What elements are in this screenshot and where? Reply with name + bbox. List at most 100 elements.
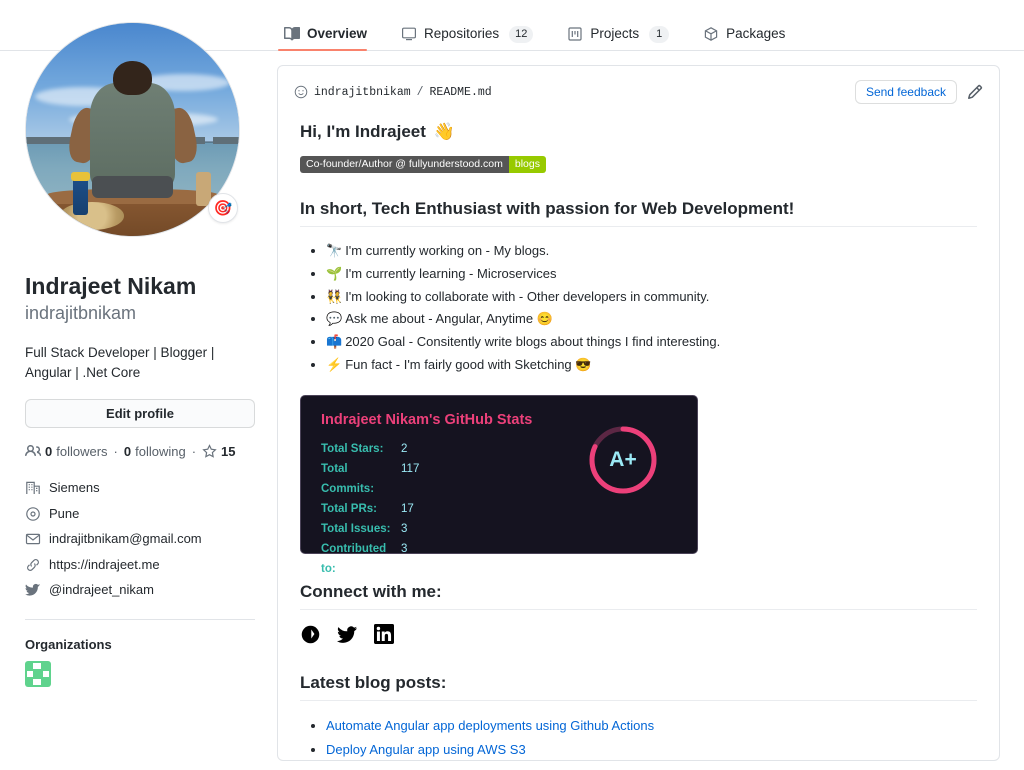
wave-emoji: 👋 bbox=[433, 122, 456, 141]
package-icon bbox=[703, 26, 719, 42]
meta-text[interactable]: https://indrajeet.me bbox=[49, 555, 160, 575]
readme-header: indrajitbnikam / README.md Send feedback bbox=[278, 66, 999, 104]
tab-overview[interactable]: Overview bbox=[278, 0, 381, 51]
avatar-wrapper: 🎯 bbox=[25, 22, 240, 237]
list-item-text: 2020 Goal - Consitently write blogs abou… bbox=[345, 334, 721, 349]
followers-count[interactable]: 0 bbox=[45, 444, 52, 459]
meta-organization: Siemens bbox=[25, 475, 255, 501]
tab-projects[interactable]: Projects 1 bbox=[561, 0, 683, 51]
sidebar-divider bbox=[25, 618, 255, 620]
stats-label: Contributed to: bbox=[321, 542, 387, 575]
separator: · bbox=[113, 443, 118, 459]
avatar-torso bbox=[89, 82, 176, 190]
meta-website[interactable]: https://indrajeet.me bbox=[25, 552, 255, 578]
follower-counts: 0 followers · 0 following · 15 bbox=[25, 443, 255, 459]
meta-email[interactable]: indrajitbnikam@gmail.com bbox=[25, 526, 255, 552]
organization-avatar[interactable] bbox=[25, 660, 51, 687]
tab-counter: 12 bbox=[509, 25, 534, 43]
followers-label[interactable]: followers bbox=[56, 444, 107, 459]
tab-label: Projects bbox=[590, 26, 640, 42]
stats-card-title: Indrajeet Nikam's GitHub Stats bbox=[321, 411, 533, 428]
mail-icon bbox=[25, 531, 41, 547]
pencil-icon[interactable] bbox=[967, 84, 983, 100]
status-emoji-badge[interactable]: 🎯 bbox=[208, 193, 238, 223]
tab-counter: 1 bbox=[649, 25, 670, 43]
blog-post-link[interactable]: Automate Angular app deployments using G… bbox=[326, 718, 654, 733]
blog-posts-list: Automate Angular app deployments using G… bbox=[300, 714, 977, 761]
list-item: 🌱I'm currently learning - Microservices bbox=[326, 263, 977, 286]
separator: · bbox=[191, 443, 197, 459]
send-feedback-button[interactable]: Send feedback bbox=[854, 80, 957, 104]
social-links bbox=[300, 624, 977, 645]
linkedin-icon[interactable] bbox=[374, 624, 394, 644]
people-icon bbox=[25, 443, 41, 459]
readme-filename[interactable]: README.md bbox=[430, 86, 492, 99]
readme-owner[interactable]: indrajitbnikam bbox=[314, 86, 411, 99]
rank-label: A+ bbox=[609, 447, 637, 471]
blog-post-link[interactable]: Deploy Angular app using AWS S3 bbox=[326, 742, 526, 757]
stats-value: 17 bbox=[401, 502, 414, 515]
stats-value: 3 bbox=[401, 522, 408, 535]
seedling-icon: 🌱 bbox=[326, 265, 343, 281]
following-label[interactable]: following bbox=[135, 444, 186, 459]
greeting-text: Hi, I'm Indrajeet bbox=[300, 122, 426, 141]
list-item: 📫2020 Goal - Consitently write blogs abo… bbox=[326, 331, 977, 354]
dev-to-icon[interactable] bbox=[300, 624, 321, 645]
stars-count[interactable]: 15 bbox=[221, 444, 235, 459]
stats-label: Total Issues: bbox=[321, 522, 391, 535]
edit-profile-button[interactable]: Edit profile bbox=[25, 399, 255, 429]
profile-username: indrajitbnikam bbox=[25, 302, 137, 323]
profile-sidebar: 🎯 Indrajeet Nikam indrajitbnikam Full St… bbox=[25, 22, 255, 687]
profile-page: Overview Repositories 12 Projects 1 Pack… bbox=[0, 0, 1024, 770]
list-item: ⚡Fun fact - I'm fairly good with Sketchi… bbox=[326, 354, 977, 377]
github-stats-card: Indrajeet Nikam's GitHub Stats Total Sta… bbox=[300, 394, 698, 575]
location-icon bbox=[25, 506, 41, 522]
following-count[interactable]: 0 bbox=[124, 444, 131, 459]
tab-label: Repositories bbox=[424, 26, 500, 42]
stats-value: 2 bbox=[401, 442, 408, 455]
list-item-text: Fun fact - I'm fairly good with Sketchin… bbox=[345, 356, 592, 372]
blogs-badge[interactable]: Co-founder/Author @ fullyunderstood.com … bbox=[300, 156, 546, 173]
list-item: 🔭I'm currently working on - My blogs. bbox=[326, 240, 977, 263]
badge-label: Co-founder/Author @ fullyunderstood.com bbox=[300, 156, 509, 173]
stats-value: 117 bbox=[401, 462, 420, 475]
stats-value: 3 bbox=[401, 542, 408, 555]
list-item-text: Ask me about - Angular, Anytime 😊 bbox=[345, 311, 553, 327]
stats-row-stars: Total Stars: 2 bbox=[321, 439, 419, 459]
stats-row-commits: Total Commits: 117 bbox=[321, 459, 419, 499]
readme-header-actions: Send feedback bbox=[854, 80, 983, 104]
repo-icon bbox=[401, 26, 417, 42]
readme-path: indrajitbnikam / README.md bbox=[294, 85, 492, 99]
tab-label: Packages bbox=[726, 26, 786, 42]
tab-repositories[interactable]: Repositories 12 bbox=[395, 0, 547, 51]
stats-label: Total PRs: bbox=[321, 502, 378, 515]
blog-posts-title: Latest blog posts: bbox=[300, 673, 977, 701]
meta-twitter[interactable]: @indrajeet_nikam bbox=[25, 577, 255, 603]
readme-greeting: Hi, I'm Indrajeet 👋 bbox=[300, 122, 977, 142]
avatar-bollard bbox=[72, 176, 88, 215]
tab-label: Overview bbox=[307, 26, 368, 42]
list-item-text: I'm looking to collaborate with - Other … bbox=[345, 288, 710, 304]
profile-meta: Siemens Pune indrajitbnikam@gmail.com ht… bbox=[25, 475, 255, 603]
stats-label: Total Commits: bbox=[321, 462, 375, 495]
avatar-shorts bbox=[92, 176, 173, 198]
stats-label: Total Stars: bbox=[321, 442, 384, 455]
meta-text[interactable]: indrajitbnikam@gmail.com bbox=[49, 529, 202, 549]
project-icon bbox=[567, 26, 583, 42]
tab-packages[interactable]: Packages bbox=[697, 0, 799, 51]
list-item: 👯I'm looking to collaborate with - Other… bbox=[326, 286, 977, 309]
twitter-icon[interactable] bbox=[337, 624, 358, 645]
list-item: Automate Angular app deployments using G… bbox=[326, 714, 977, 738]
readme-body: Hi, I'm Indrajeet 👋 Co-founder/Author @ … bbox=[278, 104, 999, 761]
avatar-head bbox=[113, 61, 152, 96]
organization-icon bbox=[25, 480, 41, 496]
dancers-icon: 👯 bbox=[326, 288, 343, 304]
organizations-title: Organizations bbox=[25, 636, 112, 652]
meta-text[interactable]: @indrajeet_nikam bbox=[49, 580, 154, 600]
zap-icon: ⚡ bbox=[326, 356, 343, 372]
badge-value: blogs bbox=[508, 156, 546, 173]
profile-bio: Full Stack Developer | Blogger | Angular… bbox=[25, 345, 215, 380]
list-item-text: I'm currently working on - My blogs. bbox=[345, 243, 550, 258]
list-item-text: I'm currently learning - Microservices bbox=[345, 265, 557, 281]
avatar-pier bbox=[213, 136, 239, 145]
